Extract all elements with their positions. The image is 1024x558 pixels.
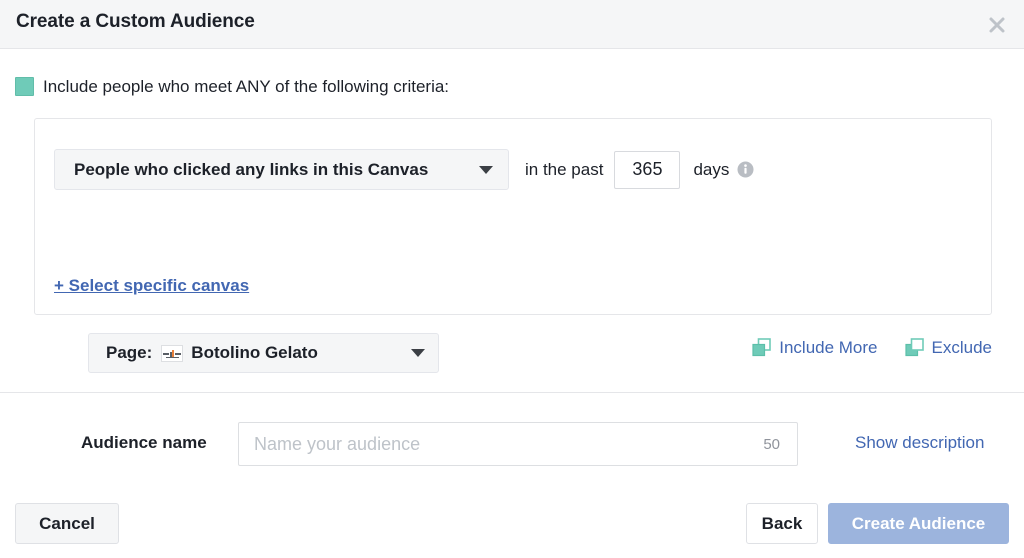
rule-type-dropdown-label: People who clicked any links in this Can… xyxy=(74,159,429,179)
audience-name-input[interactable] xyxy=(239,423,764,465)
page-title: Create a Custom Audience xyxy=(16,11,255,32)
character-counter: 50 xyxy=(763,435,780,453)
days-input[interactable] xyxy=(614,150,681,189)
page-selector-name: Botolino Gelato xyxy=(191,343,318,362)
back-button[interactable]: Back xyxy=(746,503,818,544)
include-more-label: Include More xyxy=(779,338,878,357)
rule-type-dropdown[interactable]: People who clicked any links in this Can… xyxy=(54,149,509,190)
close-icon[interactable] xyxy=(982,10,1012,40)
chevron-down-icon xyxy=(411,349,425,357)
dialog-header: Create a Custom Audience xyxy=(0,0,1024,49)
show-description-link[interactable]: Show description xyxy=(855,433,984,453)
in-past-label: in the past xyxy=(525,159,604,179)
page-selector-prefix: Page: xyxy=(106,343,153,362)
select-specific-canvas-link[interactable]: + Select specific canvas xyxy=(54,276,249,296)
cancel-button[interactable]: Cancel xyxy=(15,503,119,544)
create-audience-button[interactable]: Create Audience xyxy=(828,503,1009,544)
include-more-icon xyxy=(752,338,772,357)
audience-actions: Include More Exclude xyxy=(752,338,992,357)
audience-name-field-wrapper: 50 xyxy=(238,422,798,466)
include-criteria-row: Include people who meet ANY of the follo… xyxy=(15,77,449,96)
include-criteria-label: Include people who meet ANY of the follo… xyxy=(43,77,450,96)
chevron-down-icon xyxy=(479,165,493,174)
exclude-label: Exclude xyxy=(931,338,992,357)
include-more-button[interactable]: Include More xyxy=(752,338,878,357)
include-checkbox[interactable] xyxy=(15,77,34,96)
exclude-icon xyxy=(904,338,924,357)
dialog-footer: Cancel Back Create Audience xyxy=(0,490,1024,558)
criteria-container: People who clicked any links in this Can… xyxy=(34,118,992,373)
days-label: days xyxy=(693,159,730,179)
criteria-rule-row: People who clicked any links in this Can… xyxy=(54,149,754,190)
page-thumbnail-icon xyxy=(161,344,184,362)
exclude-button[interactable]: Exclude xyxy=(904,338,992,357)
audience-name-section: Audience name 50 Show description xyxy=(0,394,1024,490)
info-icon[interactable] xyxy=(737,161,754,178)
audience-name-label: Audience name xyxy=(81,433,207,452)
dialog-body: Include people who meet ANY of the follo… xyxy=(0,50,1024,393)
page-selector-dropdown[interactable]: Page: Botolino Gelato xyxy=(88,333,439,373)
